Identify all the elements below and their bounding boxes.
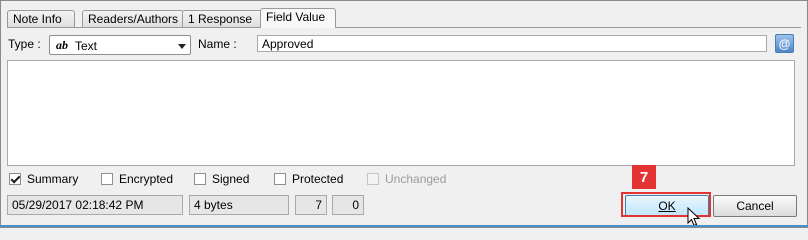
- tab-label: Readers/Authors: [88, 12, 179, 26]
- summary-checkbox[interactable]: Summary: [9, 172, 78, 186]
- tab-readers-authors[interactable]: Readers/Authors: [82, 10, 184, 27]
- type-select-value: Text: [75, 39, 98, 53]
- type-select[interactable]: ab Text: [49, 35, 191, 55]
- count-field: 7: [295, 195, 327, 215]
- cancel-button-label: Cancel: [736, 199, 774, 213]
- name-field[interactable]: Approved: [257, 35, 767, 52]
- field-properties-dialog: Note Info Readers/Authors 1 Response Fie…: [0, 0, 808, 228]
- chevron-down-icon: [178, 44, 186, 49]
- encrypted-checkbox[interactable]: Encrypted: [101, 172, 173, 186]
- text-type-icon: ab: [56, 38, 68, 52]
- count-field: 0: [332, 195, 364, 215]
- checkbox-box[interactable]: [101, 173, 113, 185]
- field-value-textarea[interactable]: [7, 60, 795, 166]
- checkbox-label: Signed: [212, 172, 250, 186]
- checkbox-label: Summary: [27, 172, 79, 186]
- address-button[interactable]: @: [775, 34, 794, 53]
- at-icon: @: [778, 36, 791, 51]
- tab-label: 1 Response: [188, 12, 253, 26]
- type-label: Type :: [8, 37, 41, 51]
- cancel-button[interactable]: Cancel: [713, 195, 797, 217]
- ok-button-label: OK: [658, 199, 676, 213]
- step-number-badge: 7: [632, 165, 656, 189]
- modified-date-field: 05/29/2017 02:18:42 PM: [7, 195, 183, 215]
- checkbox-label: Protected: [292, 172, 344, 186]
- checkbox-label: Unchanged: [385, 172, 447, 186]
- tab-note-info[interactable]: Note Info: [7, 10, 75, 27]
- tab-divider: [7, 27, 801, 28]
- checkbox-box[interactable]: [9, 173, 21, 185]
- protected-checkbox[interactable]: Protected: [274, 172, 343, 186]
- mouse-pointer-icon: [687, 207, 701, 227]
- size-field: 4 bytes: [189, 195, 289, 215]
- checkbox-box: [367, 173, 379, 185]
- tab-label: Field Value: [266, 10, 326, 24]
- checkbox-box[interactable]: [194, 173, 206, 185]
- tab-field-value[interactable]: Field Value: [260, 8, 336, 28]
- window-bottom-edge: [0, 225, 808, 227]
- signed-checkbox[interactable]: Signed: [194, 172, 249, 186]
- name-label: Name :: [198, 37, 237, 51]
- tab-response[interactable]: 1 Response: [182, 10, 262, 27]
- unchanged-checkbox: Unchanged: [367, 172, 446, 186]
- tab-label: Note Info: [13, 12, 62, 26]
- checkbox-label: Encrypted: [119, 172, 174, 186]
- checkbox-box[interactable]: [274, 173, 286, 185]
